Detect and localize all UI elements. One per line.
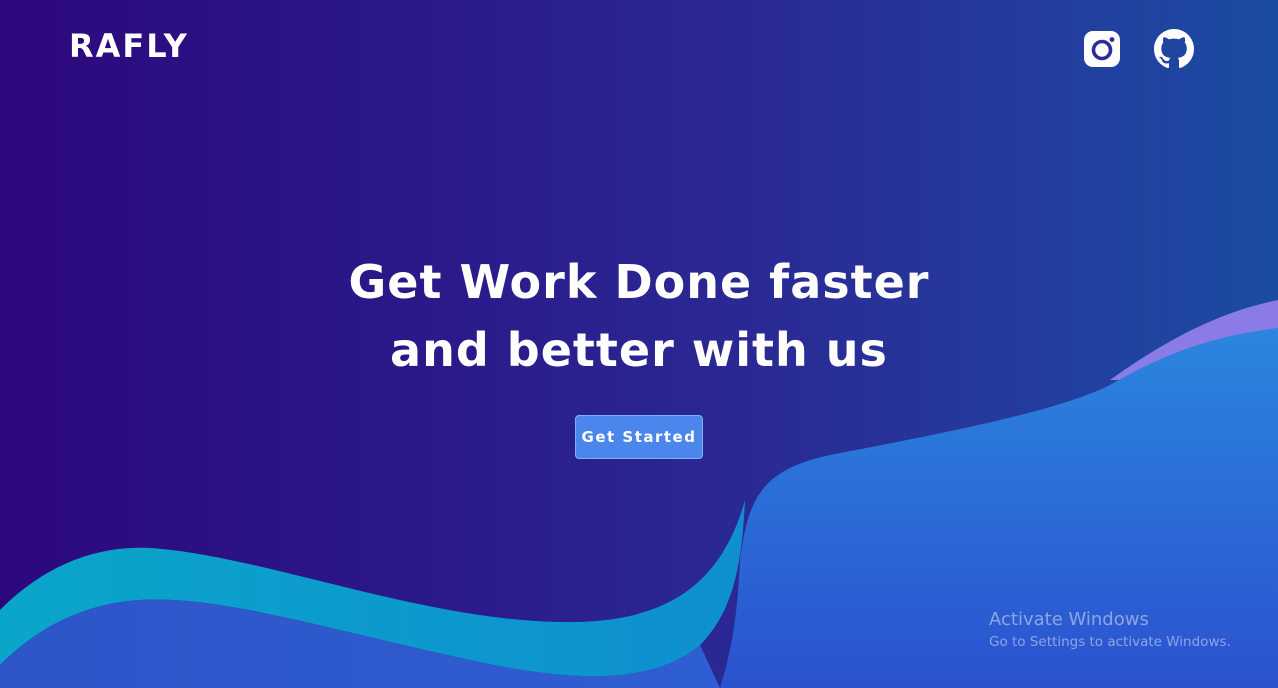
get-started-button[interactable]: Get Started (575, 415, 703, 459)
watermark-subtitle: Go to Settings to activate Windows. (989, 634, 1231, 650)
hero-headline: Get Work Done faster and better with us (0, 248, 1278, 384)
hero-section: Get Work Done faster and better with us (0, 248, 1278, 384)
activate-windows-watermark: Activate Windows Go to Settings to activ… (989, 609, 1231, 653)
hero-headline-line-1: Get Work Done faster (348, 255, 930, 309)
hero-headline-line-2: and better with us (390, 323, 888, 377)
social-links (1082, 29, 1194, 69)
watermark-title: Activate Windows (989, 609, 1149, 630)
instagram-icon (1084, 31, 1120, 67)
brand-logo[interactable]: RAFLY (69, 30, 189, 62)
instagram-link[interactable] (1082, 29, 1122, 69)
github-link[interactable] (1154, 29, 1194, 69)
github-icon (1154, 29, 1194, 69)
